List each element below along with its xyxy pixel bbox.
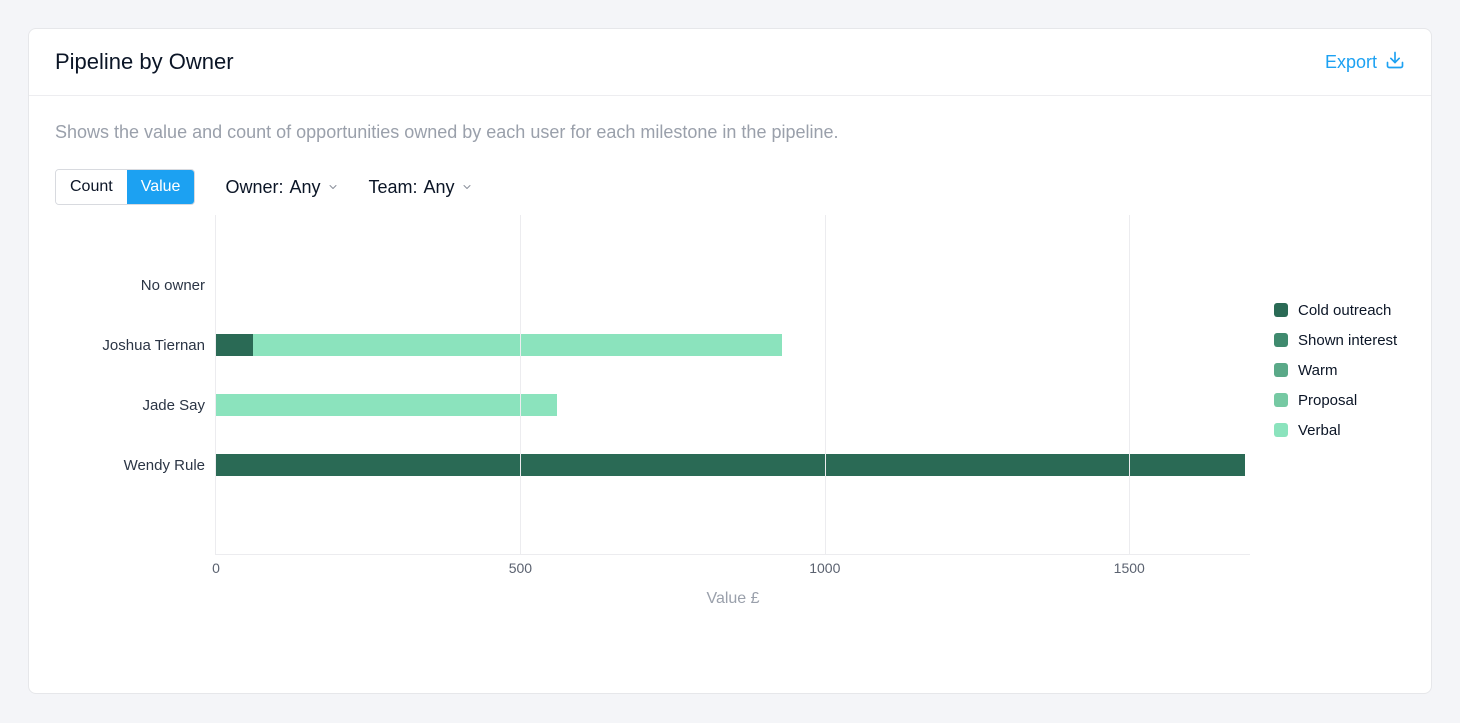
toggle-count[interactable]: Count — [56, 170, 127, 204]
chart-gridline — [825, 215, 826, 554]
toggle-value[interactable]: Value — [127, 170, 195, 204]
chart-x-tick: 1000 — [809, 560, 840, 576]
chart-y-label: Joshua Tiernan — [55, 315, 215, 375]
owner-filter-value: Any — [289, 177, 320, 198]
chart-x-tick: 1500 — [1114, 560, 1145, 576]
chart-x-tick: 0 — [212, 560, 220, 576]
chart-y-label: Jade Say — [55, 375, 215, 435]
chart-y-label: No owner — [55, 255, 215, 315]
team-filter-label: Team: — [369, 177, 418, 198]
panel-header: Pipeline by Owner Export — [29, 29, 1431, 96]
legend-swatch — [1274, 423, 1288, 437]
chart-bar-row — [216, 255, 1250, 315]
chart-gridline — [520, 215, 521, 554]
chart-y-labels: No ownerJoshua TiernanJade SayWendy Rule — [55, 215, 215, 495]
legend-swatch — [1274, 303, 1288, 317]
legend-item: Shown interest — [1274, 325, 1397, 355]
legend-label: Cold outreach — [1298, 302, 1391, 319]
page-title: Pipeline by Owner — [55, 49, 234, 75]
panel-body: Shows the value and count of opportuniti… — [29, 96, 1431, 215]
chart-bar-segment — [216, 394, 557, 416]
chart-bar-row — [216, 375, 1250, 435]
chevron-down-icon — [327, 177, 339, 189]
chart-y-label: Wendy Rule — [55, 435, 215, 495]
chevron-down-icon — [461, 177, 473, 189]
chart-bars — [216, 215, 1250, 495]
download-icon — [1385, 50, 1405, 75]
chart-bar-row — [216, 435, 1250, 495]
export-label: Export — [1325, 52, 1377, 73]
chart-x-title: Value £ — [216, 590, 1250, 608]
legend-swatch — [1274, 393, 1288, 407]
chart-x-tick: 500 — [509, 560, 532, 576]
controls-row: Count Value Owner: Any Team: Any — [55, 169, 1405, 205]
team-filter-value: Any — [424, 177, 455, 198]
owner-filter-label: Owner: — [225, 177, 283, 198]
chart-bar-segment — [253, 334, 783, 356]
export-button[interactable]: Export — [1325, 50, 1405, 75]
chart-legend: Cold outreach Shown interest Warm Proposal V… — [1274, 215, 1397, 445]
legend-swatch — [1274, 333, 1288, 347]
chart-bar-segment — [216, 334, 253, 356]
chart-bar-row — [216, 315, 1250, 375]
chart-container: No ownerJoshua TiernanJade SayWendy Rule… — [29, 215, 1431, 693]
legend-label: Shown interest — [1298, 332, 1397, 349]
report-description: Shows the value and count of opportuniti… — [55, 122, 1405, 143]
chart-gridline — [1129, 215, 1130, 554]
chart-plot: 050010001500 Value £ — [215, 215, 1250, 555]
count-value-toggle: Count Value — [55, 169, 195, 205]
legend-item: Cold outreach — [1274, 295, 1397, 325]
legend-label: Warm — [1298, 362, 1337, 379]
owner-filter[interactable]: Owner: Any — [225, 177, 338, 198]
legend-item: Verbal — [1274, 415, 1397, 445]
report-panel: Pipeline by Owner Export Shows the value… — [28, 28, 1432, 694]
legend-label: Proposal — [1298, 392, 1357, 409]
legend-swatch — [1274, 363, 1288, 377]
team-filter[interactable]: Team: Any — [369, 177, 473, 198]
chart-x-ticks: 050010001500 — [216, 554, 1250, 574]
legend-label: Verbal — [1298, 422, 1341, 439]
legend-item: Warm — [1274, 355, 1397, 385]
legend-item: Proposal — [1274, 385, 1397, 415]
chart-bar-segment — [216, 454, 1245, 476]
